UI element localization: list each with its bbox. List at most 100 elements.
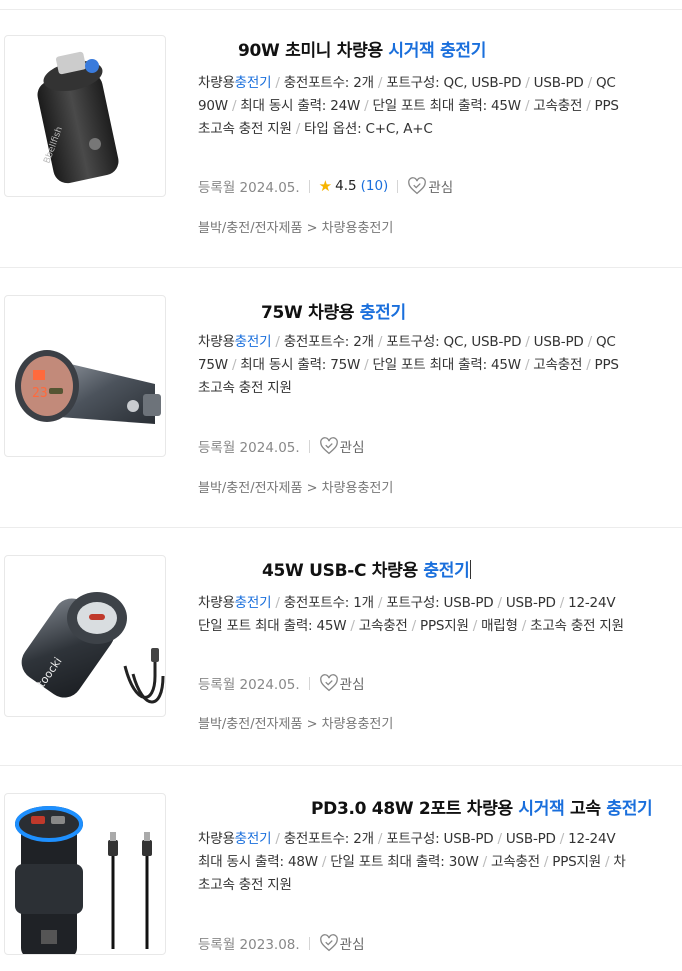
spec-separator: / — [364, 98, 369, 114]
spec-separator: / — [543, 854, 549, 870]
meta-divider — [308, 676, 310, 690]
spec-item: USB-PD — [505, 831, 556, 847]
product-title[interactable]: 90W 초미니 차량용 시거잭 충전기 — [238, 36, 486, 61]
spec-separator: / — [586, 357, 591, 373]
spec-item: 단일 포트 최대 출력: 45W — [372, 357, 522, 373]
spec-item: 90W — [198, 98, 228, 114]
wish-label: 관심 — [428, 180, 454, 196]
spec-separator: / — [377, 831, 383, 847]
rating-value: 4.5 — [335, 178, 357, 194]
product-thumbnail[interactable] — [4, 793, 166, 955]
spec-line: 차량용충전기 / 충전포트수: 2개 / 포트구성: USB-PD / USB-PD/12-… — [198, 828, 682, 851]
spec-separator: / — [524, 98, 530, 114]
spec-separator: / — [559, 831, 565, 847]
product-thumbnail[interactable]: Bbellfish — [4, 35, 166, 197]
spec-item: PPS — [594, 357, 619, 373]
spec-item: 75W — [198, 357, 228, 373]
spec-line: 차량용충전기 / 충전포트수: 2개 / 포트구성: QC, USB-PD / USB-PD… — [198, 331, 682, 354]
product-title[interactable]: 45W USB-C 차량용 충전기 — [262, 556, 472, 581]
title-keyword-highlight: 충전기 — [440, 41, 487, 61]
category-path[interactable]: 블박/충전/전자제품 > 차량용충전기 — [198, 713, 393, 732]
review-count[interactable]: (10) — [361, 178, 389, 194]
spec-item: PPS지원 — [420, 618, 469, 634]
product-meta: 등록월 2024.05. 관심 — [198, 436, 365, 456]
meta-divider — [308, 179, 310, 193]
product-thumbnail[interactable]: 23 — [4, 295, 166, 457]
spec-item: 차량용충전기 — [198, 75, 272, 91]
spec-item: PPS — [594, 98, 619, 114]
spec-item: 단일 포트 최대 출력: 45W — [372, 98, 522, 114]
product-title[interactable]: 75W 차량용 충전기 — [261, 298, 406, 323]
spec-item: 12-24V — [568, 595, 616, 611]
spec-separator: / — [231, 98, 237, 114]
spec-item: 포트구성: USB-PD — [386, 831, 494, 847]
product-meta: 등록월 2024.05. ★ 4.5 (10) 관심 — [198, 176, 453, 196]
spec-separator: / — [497, 831, 502, 847]
title-text: 90W 초미니 차량용 — [238, 41, 389, 61]
spec-separator: / — [497, 595, 502, 611]
spec-item: 초고속 충전 지원 — [530, 618, 624, 634]
spec-separator: / — [587, 334, 593, 350]
wish-button[interactable]: 관심 — [407, 176, 453, 196]
spec-line: 초고속 충전 지원 — [198, 377, 682, 400]
title-keyword-highlight: 충전기 — [423, 561, 470, 581]
spec-item: 최대 동시 출력: 48W — [198, 854, 318, 870]
heart-check-icon — [319, 674, 338, 692]
spec-item: 고속충전 — [533, 98, 583, 114]
wish-button[interactable]: 관심 — [319, 933, 365, 953]
spec-separator: / — [275, 75, 280, 91]
product-title[interactable]: PD3.0 48W 2포트 차량용 시거잭 고속 충전기 — [311, 794, 653, 819]
spec-item: 단일 포트 최대 출력: 30W — [330, 854, 479, 870]
spec-separator: / — [377, 334, 383, 350]
title-keyword-highlight: 시거잭 — [518, 799, 565, 819]
wish-button[interactable]: 관심 — [319, 436, 365, 456]
title-keyword-highlight: 충전기 — [359, 303, 406, 323]
product-specs: 차량용충전기 / 충전포트수: 2개 / 포트구성: QC, USB-PD / USB-PD… — [198, 331, 682, 400]
spec-line: 초고속 충전 지원 / 타입 옵션: C+C, A+C — [198, 118, 682, 141]
spec-separator: / — [521, 618, 527, 634]
registered-date: 등록월 2023.08. — [198, 937, 300, 953]
category-path[interactable]: 블박/충전/전자제품 > 차량용충전기 — [198, 217, 393, 236]
spec-separator: / — [350, 618, 355, 634]
spec-separator: / — [604, 854, 610, 870]
spec-item: USB-PD — [505, 595, 556, 611]
meta-divider — [308, 439, 310, 453]
product-card[interactable]: toocki 45W USB-C 차량용 충전기 차량용충전기 / 충전포트수: 1… — [0, 528, 682, 766]
spec-line: 75W / 최대 동시 출력: 75W / 단일 포트 최대 출력: 45W / 고속충전 /… — [198, 354, 682, 377]
wish-label: 관심 — [339, 677, 365, 693]
spec-item: 충전포트수: 1개 — [283, 595, 374, 611]
product-meta: 등록월 2024.05. 관심 — [198, 673, 365, 693]
product-specs: 차량용충전기 / 충전포트수: 1개 / 포트구성: USB-PD / USB-PD/12-… — [198, 592, 682, 638]
spec-separator: / — [275, 595, 280, 611]
spec-separator: / — [231, 357, 237, 373]
product-card[interactable]: Bbellfish 90W 초미니 차량용 시거잭 충전기 차량용충전기 / 충전포… — [0, 0, 682, 268]
product-thumbnail[interactable]: toocki — [4, 555, 166, 717]
spec-item: 고속충전 — [358, 618, 408, 634]
registered-date: 등록월 2024.05. — [198, 440, 300, 456]
title-text: 45W USB-C 차량용 — [262, 561, 424, 581]
spec-item: 초고속 충전 지원 — [198, 877, 292, 893]
category-path[interactable]: 블박/충전/전자제품 > 차량용충전기 — [198, 477, 393, 496]
title-keyword-highlight: 충전기 — [606, 799, 653, 819]
spec-separator: / — [525, 75, 530, 91]
spec-item: 12-24V — [568, 831, 616, 847]
title-keyword-highlight: 시거잭 — [388, 41, 435, 61]
heart-check-icon — [408, 177, 427, 195]
spec-line: 단일 포트 최대 출력: 45W / 고속충전 / PPS지원 / 매립형 / 초고속 충전 지… — [198, 615, 682, 638]
spec-separator: / — [377, 595, 383, 611]
spec-item: 고속충전 — [533, 357, 583, 373]
spec-separator: / — [524, 357, 530, 373]
heart-check-icon — [319, 934, 338, 952]
spec-separator: / — [472, 618, 478, 634]
spec-item: 충전포트수: 2개 — [283, 334, 374, 350]
spec-separator: / — [377, 75, 383, 91]
spec-item: 포트구성: QC, USB-PD — [386, 75, 522, 91]
spec-text: 차량용 — [198, 831, 235, 847]
spec-separator: / — [275, 831, 280, 847]
meta-divider — [308, 936, 310, 950]
wish-button[interactable]: 관심 — [319, 673, 365, 693]
product-card[interactable]: PD3.0 48W 2포트 차량용 시거잭 고속 충전기 차량용충전기 / 충전포트… — [0, 766, 682, 971]
product-card[interactable]: 23 75W 차량용 충전기 차량용충전기 / 충전포트수: 2개 / 포트구성: QC… — [0, 268, 682, 528]
spec-item: 포트구성: QC, USB-PD — [386, 334, 522, 350]
svg-text:23: 23 — [32, 386, 48, 401]
